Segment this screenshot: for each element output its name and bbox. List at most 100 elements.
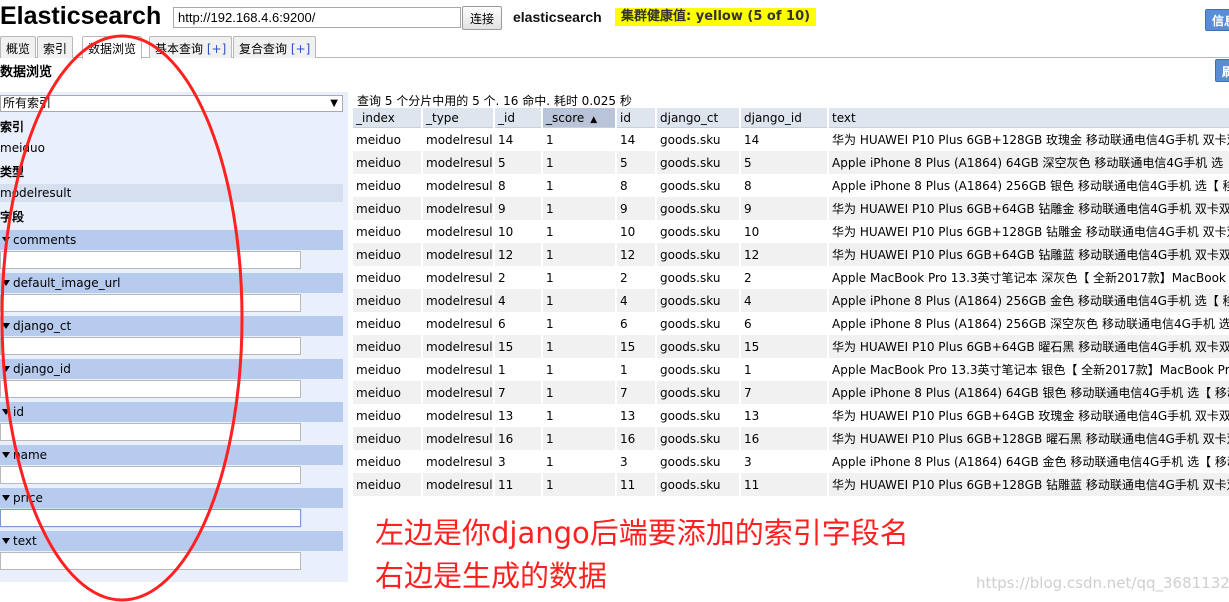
cell-score: 1 — [546, 270, 554, 285]
field-header-text[interactable]: text — [0, 531, 343, 551]
cell-_id: 6 — [498, 316, 506, 331]
field-header-id[interactable]: id — [0, 402, 343, 422]
tab-indices[interactable]: 索引 — [37, 36, 74, 58]
table-row[interactable]: meiduo modelresult 14 1 14 goods.sku 14 华为 HUAW… — [353, 128, 1229, 151]
field-filter-django-id[interactable] — [0, 380, 301, 398]
main-tabs: 概览 索引 数据浏览 基本查询 [+] 复合查询 [+] — [0, 36, 1229, 59]
cell-django-id: 7 — [741, 381, 827, 404]
field-filter-comments[interactable] — [0, 251, 301, 269]
cell-id: 9 — [617, 197, 655, 220]
app-header: Elasticsearch 连接 elasticsearch 集群健康值: ye… — [0, 0, 1229, 36]
cell-index: meiduo — [356, 454, 401, 469]
field-filter-price[interactable] — [0, 509, 301, 527]
cell-id: 2 — [620, 270, 628, 285]
cluster-url-input[interactable] — [173, 7, 461, 28]
cell-id: 5 — [617, 151, 655, 174]
tab-basic-query[interactable]: 基本查询 [+] — [149, 36, 233, 58]
annotation-line-1: 左边是你django后端要添加的索引字段名 — [375, 516, 909, 550]
cell-_id: 5 — [495, 151, 541, 174]
field-filter-name[interactable] — [0, 466, 301, 484]
cell-type: modelresult — [423, 197, 493, 220]
table-row[interactable]: meiduo modelresult 13 1 13 goods.sku 13 华为 HUAW… — [353, 404, 1229, 427]
cell-django-ct: goods.sku — [657, 243, 739, 266]
table-row[interactable]: meiduo modelresult 12 1 12 goods.sku 12 华为 HUAW… — [353, 243, 1229, 266]
table-row[interactable]: meiduo modelresult 4 1 4 goods.sku 4 Apple iPho… — [353, 289, 1229, 312]
table-row[interactable]: meiduo modelresult 2 1 2 goods.sku 2 Apple MacB… — [353, 266, 1229, 289]
info-button[interactable]: 信息 — [1205, 9, 1229, 31]
table-row[interactable]: meiduo modelresult 9 1 9 goods.sku 9 华为 HUAWEI … — [353, 197, 1229, 220]
table-row[interactable]: meiduo modelresult 6 1 6 goods.sku 6 Apple iPho… — [353, 312, 1229, 335]
app-brand: Elasticsearch — [0, 2, 162, 30]
cell-django-ct: goods.sku — [657, 381, 739, 404]
table-row[interactable]: meiduo modelresult 7 1 7 goods.sku 7 Apple iPho… — [353, 381, 1229, 404]
field-header-price[interactable]: price — [0, 488, 343, 508]
column-header-label: _score — [546, 110, 585, 125]
table-row[interactable]: meiduo modelresult 8 1 8 goods.sku 8 Apple iPho… — [353, 174, 1229, 197]
field-filter-id[interactable] — [0, 423, 301, 441]
table-row[interactable]: meiduo modelresult 1 1 1 goods.sku 1 Apple MacB… — [353, 358, 1229, 381]
index-item[interactable]: meiduo — [0, 139, 343, 157]
index-select[interactable]: 所有索引 ▼ — [0, 95, 343, 112]
cell-text: Apple iPhone 8 Plus (A1864) 256GB 银色 移动联… — [832, 179, 1229, 193]
field-header-name[interactable]: name — [0, 445, 343, 465]
column-header-django-id[interactable]: django_id — [741, 108, 827, 128]
field-filter-django-ct[interactable] — [0, 337, 301, 355]
column-header-id[interactable]: id — [617, 108, 655, 128]
sort-ascending-icon: ▲ — [590, 114, 598, 125]
tab-overview[interactable]: 概览 — [0, 36, 37, 58]
column-header-text[interactable]: text — [829, 108, 1229, 128]
table-row[interactable]: meiduo modelresult 10 1 10 goods.sku 10 华为 HUAW… — [353, 220, 1229, 243]
field-header-django-id[interactable]: django_id — [0, 359, 343, 379]
cell-django-ct: goods.sku — [657, 427, 739, 450]
cell-_id: 10 — [498, 224, 514, 239]
connect-button[interactable]: 连接 — [462, 6, 502, 30]
cell-score: 1 — [546, 408, 554, 423]
expand-triangle-icon — [2, 538, 10, 544]
cell-score: 1 — [546, 178, 554, 193]
cell-id: 13 — [620, 408, 636, 423]
cell-id: 15 — [617, 335, 655, 358]
cell-django-id: 1 — [744, 362, 752, 377]
cell-_id: 7 — [495, 381, 541, 404]
cell-django-id: 11 — [741, 473, 827, 496]
cell-index: meiduo — [356, 224, 401, 239]
cell-score: 1 — [546, 132, 554, 147]
cell-score: 1 — [543, 427, 615, 450]
cell-index: meiduo — [356, 316, 401, 331]
column-header-index[interactable]: _index — [353, 108, 421, 128]
refresh-button[interactable]: 刷新 — [1215, 59, 1229, 96]
field-header-comments[interactable]: comments — [0, 230, 343, 250]
cell-text: 华为 HUAWEI P10 Plus 6GB+64GB 曜石黑 移动联通电信4G… — [829, 335, 1229, 358]
cell-id: 4 — [617, 289, 655, 312]
field-header-default-image-url[interactable]: default_image_url — [0, 273, 343, 293]
type-item[interactable]: modelresult — [0, 184, 343, 202]
table-row[interactable]: meiduo modelresult 11 1 11 goods.sku 11 华为 HUAW… — [353, 473, 1229, 496]
cell-_id: 11 — [495, 473, 541, 496]
table-row[interactable]: meiduo modelresult 5 1 5 goods.sku 5 Apple iPho… — [353, 151, 1229, 174]
column-header-score[interactable]: _score ▲ — [543, 108, 615, 128]
column-header-_id[interactable]: _id — [495, 108, 541, 128]
column-header-type[interactable]: _type — [423, 108, 493, 128]
table-row[interactable]: meiduo modelresult 15 1 15 goods.sku 15 华为 HUAW… — [353, 335, 1229, 358]
table-row[interactable]: meiduo modelresult 16 1 16 goods.sku 16 华为 HUAW… — [353, 427, 1229, 450]
field-header-django-ct[interactable]: django_ct — [0, 316, 343, 336]
cell-score: 1 — [543, 335, 615, 358]
tab-compound-query[interactable]: 复合查询 [+] — [233, 36, 317, 58]
cell-id: 14 — [620, 132, 636, 147]
table-row[interactable]: meiduo modelresult 3 1 3 goods.sku 3 Apple iPho… — [353, 450, 1229, 473]
cell-django-id: 16 — [741, 427, 827, 450]
cell-type: modelresult — [426, 132, 493, 147]
column-header-django-ct[interactable]: django_ct — [657, 108, 739, 128]
cell-id: 8 — [620, 178, 628, 193]
field-filter-text[interactable] — [0, 552, 301, 570]
field-filter-default-image-url[interactable] — [0, 294, 301, 312]
tab-browser[interactable]: 数据浏览 — [82, 36, 143, 59]
table-header-row: _index _type _id _score ▲ id django_ct dj… — [353, 108, 1229, 128]
field-label: name — [13, 448, 48, 462]
expand-triangle-icon — [2, 409, 10, 415]
cell-id: 7 — [617, 381, 655, 404]
expand-triangle-icon — [2, 366, 10, 372]
cell-index: meiduo — [353, 151, 421, 174]
cell-score: 1 — [543, 473, 615, 496]
cell-text: 华为 HUAWEI P10 Plus 6GB+128GB 钻雕蓝 移动联通电信4… — [829, 473, 1229, 496]
